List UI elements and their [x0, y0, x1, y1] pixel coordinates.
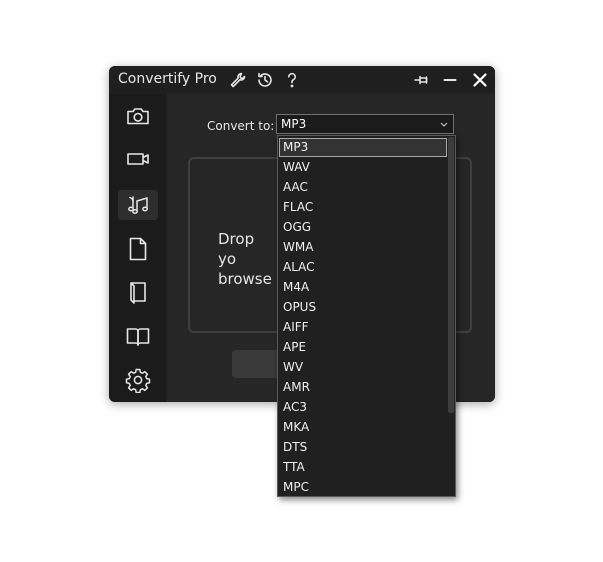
format-select-value: MP3 [281, 117, 307, 131]
dropdown-option-m4a[interactable]: M4A [279, 278, 447, 297]
drop-zone-text: Drop yo browse [218, 230, 272, 288]
ebook-icon [130, 282, 146, 304]
dropdown-option-dts[interactable]: DTS [279, 438, 447, 457]
sidebar-item-settings[interactable] [118, 365, 158, 395]
dropdown-scrollbar[interactable] [448, 137, 454, 413]
convert-to-label: Convert to: [207, 119, 275, 133]
format-select[interactable]: MP3 [276, 114, 454, 134]
help-icon[interactable] [282, 70, 302, 90]
pin-icon[interactable] [412, 70, 432, 90]
dropdown-option-mp3[interactable]: MP3 [279, 138, 447, 157]
dropdown-option-alac[interactable]: ALAC [279, 258, 447, 277]
dropdown-option-mka[interactable]: MKA [279, 418, 447, 437]
chevron-down-icon [440, 122, 448, 127]
document-icon [129, 237, 147, 261]
sidebar-item-ebook[interactable] [118, 278, 158, 308]
dropdown-option-wav[interactable]: WAV [279, 158, 447, 177]
dropdown-option-tta[interactable]: TTA [279, 458, 447, 477]
dropdown-option-mpc[interactable]: MPC [279, 478, 447, 496]
gear-icon [125, 368, 151, 393]
history-icon[interactable] [255, 70, 275, 90]
dropdown-option-opus[interactable]: OPUS [279, 298, 447, 317]
sidebar-item-video[interactable] [118, 144, 158, 174]
sidebar [109, 94, 167, 402]
camera-icon [127, 108, 149, 125]
minimize-icon[interactable] [440, 70, 460, 90]
dropdown-option-wv[interactable]: WV [279, 358, 447, 377]
sidebar-item-document[interactable] [118, 234, 158, 264]
dropdown-option-aac[interactable]: AAC [279, 178, 447, 197]
title-bar[interactable]: Convertify Pro [109, 66, 495, 94]
dropdown-option-ac3[interactable]: AC3 [279, 398, 447, 417]
wrench-icon[interactable] [228, 70, 248, 90]
book-open-icon [126, 328, 150, 346]
app-title: Convertify Pro [118, 71, 217, 87]
dropdown-option-flac[interactable]: FLAC [279, 198, 447, 217]
dropdown-option-wma[interactable]: WMA [279, 238, 447, 257]
music-notes-icon [128, 196, 148, 214]
format-dropdown-list[interactable]: MP3 WAV AAC FLAC OGG WMA ALAC M4A OPUS A… [277, 135, 456, 497]
sidebar-item-audio[interactable] [118, 190, 158, 220]
dropdown-option-ogg[interactable]: OGG [279, 218, 447, 237]
close-icon[interactable] [470, 70, 490, 90]
dropdown-option-amr[interactable]: AMR [279, 378, 447, 397]
sidebar-item-image[interactable] [118, 101, 158, 131]
dropdown-option-aiff[interactable]: AIFF [279, 318, 447, 337]
sidebar-item-book[interactable] [118, 322, 158, 352]
dropdown-option-ape[interactable]: APE [279, 338, 447, 357]
video-camera-icon [127, 153, 149, 165]
convert-button[interactable] [232, 350, 282, 378]
